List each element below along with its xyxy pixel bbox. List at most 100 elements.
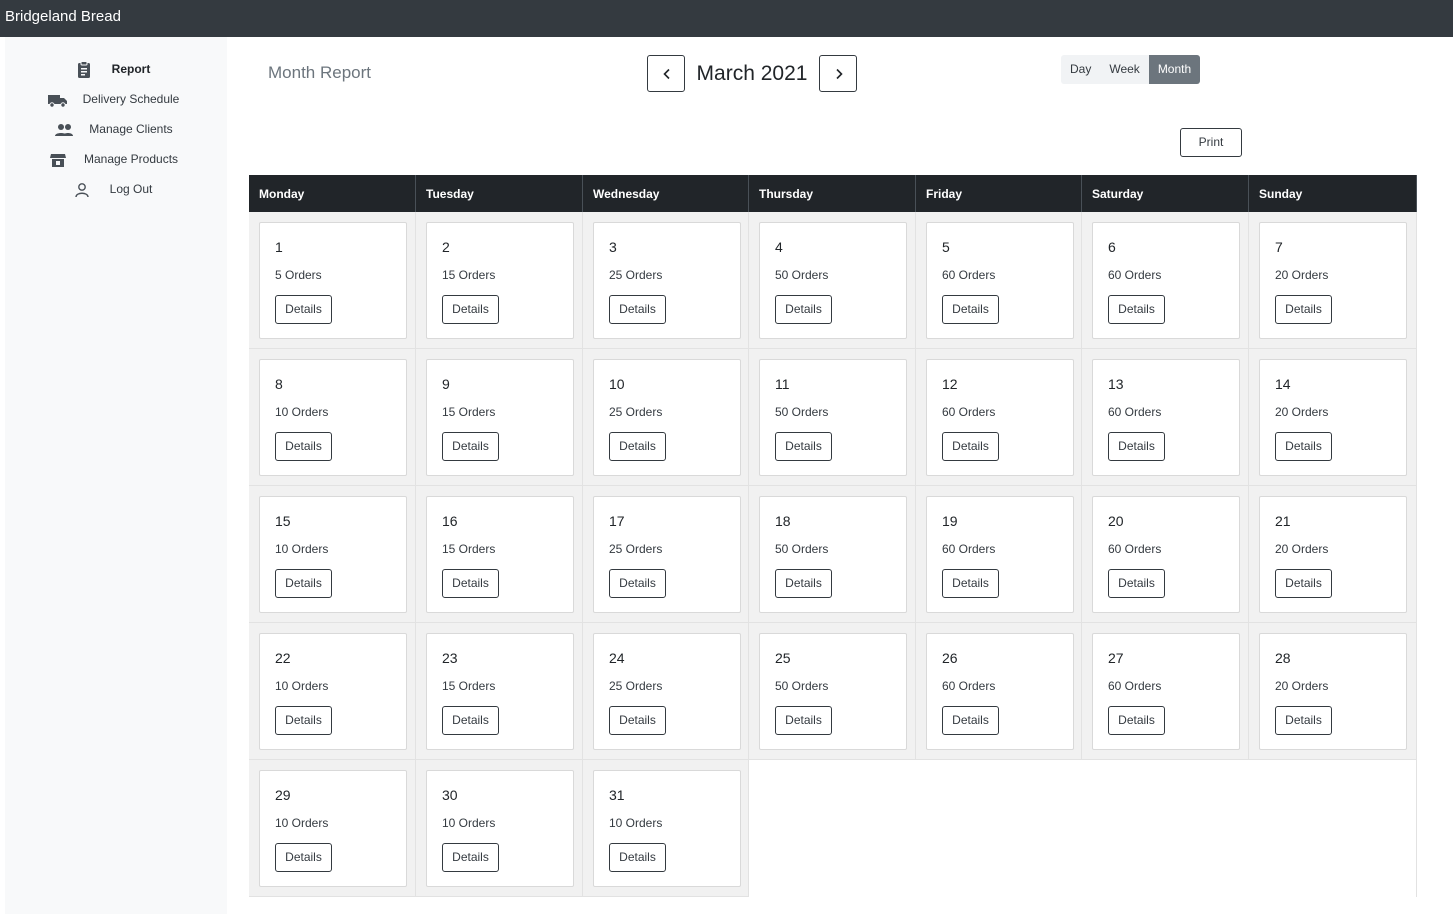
- sidebar-item-manage-clients[interactable]: Manage Clients: [5, 117, 227, 143]
- order-count: 25 Orders: [609, 268, 663, 282]
- sidebar-item-report[interactable]: Report: [5, 57, 227, 83]
- details-button[interactable]: Details: [1108, 295, 1165, 324]
- day-cell: 7 20 Orders Details: [1249, 212, 1417, 349]
- order-count: 20 Orders: [1275, 542, 1329, 556]
- day-number: 30: [442, 787, 458, 803]
- details-button[interactable]: Details: [1275, 706, 1332, 735]
- details-button[interactable]: Details: [275, 843, 332, 872]
- day-card: 3 25 Orders Details: [593, 222, 741, 339]
- weekday-label: Wednesday: [593, 187, 660, 201]
- next-month-button[interactable]: [819, 55, 857, 92]
- sidebar-item-manage-products[interactable]: Manage Products: [5, 147, 227, 173]
- details-button[interactable]: Details: [942, 569, 999, 598]
- day-card: 11 50 Orders Details: [759, 359, 907, 476]
- day-number: 15: [275, 513, 291, 529]
- details-button[interactable]: Details: [609, 843, 666, 872]
- previous-month-button[interactable]: [647, 55, 685, 92]
- day-number: 8: [275, 376, 283, 392]
- order-count: 60 Orders: [1108, 268, 1162, 282]
- details-button[interactable]: Details: [609, 295, 666, 324]
- sidebar-item-label: Delivery Schedule: [82, 92, 180, 106]
- day-number: 12: [942, 376, 958, 392]
- details-button[interactable]: Details: [775, 706, 832, 735]
- day-card: 18 50 Orders Details: [759, 496, 907, 613]
- details-button[interactable]: Details: [942, 706, 999, 735]
- day-cell: 27 60 Orders Details: [1082, 623, 1249, 760]
- order-count: 60 Orders: [942, 679, 996, 693]
- details-button[interactable]: Details: [275, 295, 332, 324]
- details-button[interactable]: Details: [1108, 706, 1165, 735]
- details-button[interactable]: Details: [442, 569, 499, 598]
- sidebar-item-delivery-schedule[interactable]: Delivery Schedule: [5, 87, 227, 113]
- day-card: 12 60 Orders Details: [926, 359, 1074, 476]
- order-count: 50 Orders: [775, 679, 829, 693]
- weekday-header-row: Monday Tuesday Wednesday Thursday Friday Satu…: [249, 175, 1417, 212]
- details-button[interactable]: Details: [775, 295, 832, 324]
- details-button[interactable]: Details: [442, 706, 499, 735]
- day-cell: 13 60 Orders Details: [1082, 349, 1249, 486]
- sidebar: Report Delivery Schedule Manage Clients …: [5, 37, 227, 914]
- sidebar-item-log-out[interactable]: Log Out: [5, 177, 227, 203]
- details-button[interactable]: Details: [775, 432, 832, 461]
- day-card: 13 60 Orders Details: [1092, 359, 1240, 476]
- details-button[interactable]: Details: [442, 295, 499, 324]
- day-number: 7: [1275, 239, 1283, 255]
- details-button[interactable]: Details: [1108, 432, 1165, 461]
- details-button[interactable]: Details: [275, 569, 332, 598]
- details-button[interactable]: Details: [609, 432, 666, 461]
- day-number: 10: [609, 376, 625, 392]
- day-card: 20 60 Orders Details: [1092, 496, 1240, 613]
- day-card: 2 15 Orders Details: [426, 222, 574, 339]
- details-button[interactable]: Details: [1108, 569, 1165, 598]
- main-content: Month Report March 2021 Day Week Month P…: [227, 37, 1453, 914]
- brand-title[interactable]: Bridgeland Bread: [5, 8, 121, 25]
- print-button[interactable]: Print: [1180, 128, 1242, 157]
- details-button[interactable]: Details: [1275, 569, 1332, 598]
- day-number: 29: [275, 787, 291, 803]
- details-button[interactable]: Details: [775, 569, 832, 598]
- day-number: 5: [942, 239, 950, 255]
- order-count: 20 Orders: [1275, 679, 1329, 693]
- day-number: 31: [609, 787, 625, 803]
- order-count: 15 Orders: [442, 405, 496, 419]
- day-card: 19 60 Orders Details: [926, 496, 1074, 613]
- order-count: 10 Orders: [275, 679, 329, 693]
- view-week-button[interactable]: Week: [1100, 55, 1148, 84]
- day-cell: 2 15 Orders Details: [416, 212, 583, 349]
- day-card: 30 10 Orders Details: [426, 770, 574, 887]
- day-number: 2: [442, 239, 450, 255]
- day-cell: 5 60 Orders Details: [916, 212, 1082, 349]
- order-count: 25 Orders: [609, 542, 663, 556]
- weekday-header-tuesday: Tuesday: [416, 175, 583, 212]
- details-button[interactable]: Details: [442, 843, 499, 872]
- weekday-header-saturday: Saturday: [1082, 175, 1249, 212]
- details-button[interactable]: Details: [442, 432, 499, 461]
- details-button[interactable]: Details: [609, 569, 666, 598]
- day-cell: 9 15 Orders Details: [416, 349, 583, 486]
- details-button[interactable]: Details: [609, 706, 666, 735]
- details-button[interactable]: Details: [942, 295, 999, 324]
- details-button[interactable]: Details: [1275, 432, 1332, 461]
- details-button[interactable]: Details: [275, 706, 332, 735]
- order-count: 10 Orders: [609, 816, 663, 830]
- day-card: 5 60 Orders Details: [926, 222, 1074, 339]
- day-card: 26 60 Orders Details: [926, 633, 1074, 750]
- details-button[interactable]: Details: [275, 432, 332, 461]
- order-count: 10 Orders: [275, 816, 329, 830]
- details-button[interactable]: Details: [1275, 295, 1332, 324]
- order-count: 60 Orders: [942, 405, 996, 419]
- current-month-label: March 2021: [696, 62, 808, 85]
- day-cell: 11 50 Orders Details: [749, 349, 916, 486]
- day-card: 17 25 Orders Details: [593, 496, 741, 613]
- sidebar-item-label: Manage Products: [83, 152, 179, 166]
- day-cell: 16 15 Orders Details: [416, 486, 583, 623]
- view-month-button[interactable]: Month: [1148, 55, 1201, 84]
- day-cell: 22 10 Orders Details: [249, 623, 416, 760]
- sidebar-item-label: Report: [111, 62, 151, 76]
- view-day-button[interactable]: Day: [1061, 55, 1100, 84]
- day-cell: 31 10 Orders Details: [583, 760, 749, 897]
- order-count: 60 Orders: [1108, 542, 1162, 556]
- weekday-header-thursday: Thursday: [749, 175, 916, 212]
- day-cell: 10 25 Orders Details: [583, 349, 749, 486]
- details-button[interactable]: Details: [942, 432, 999, 461]
